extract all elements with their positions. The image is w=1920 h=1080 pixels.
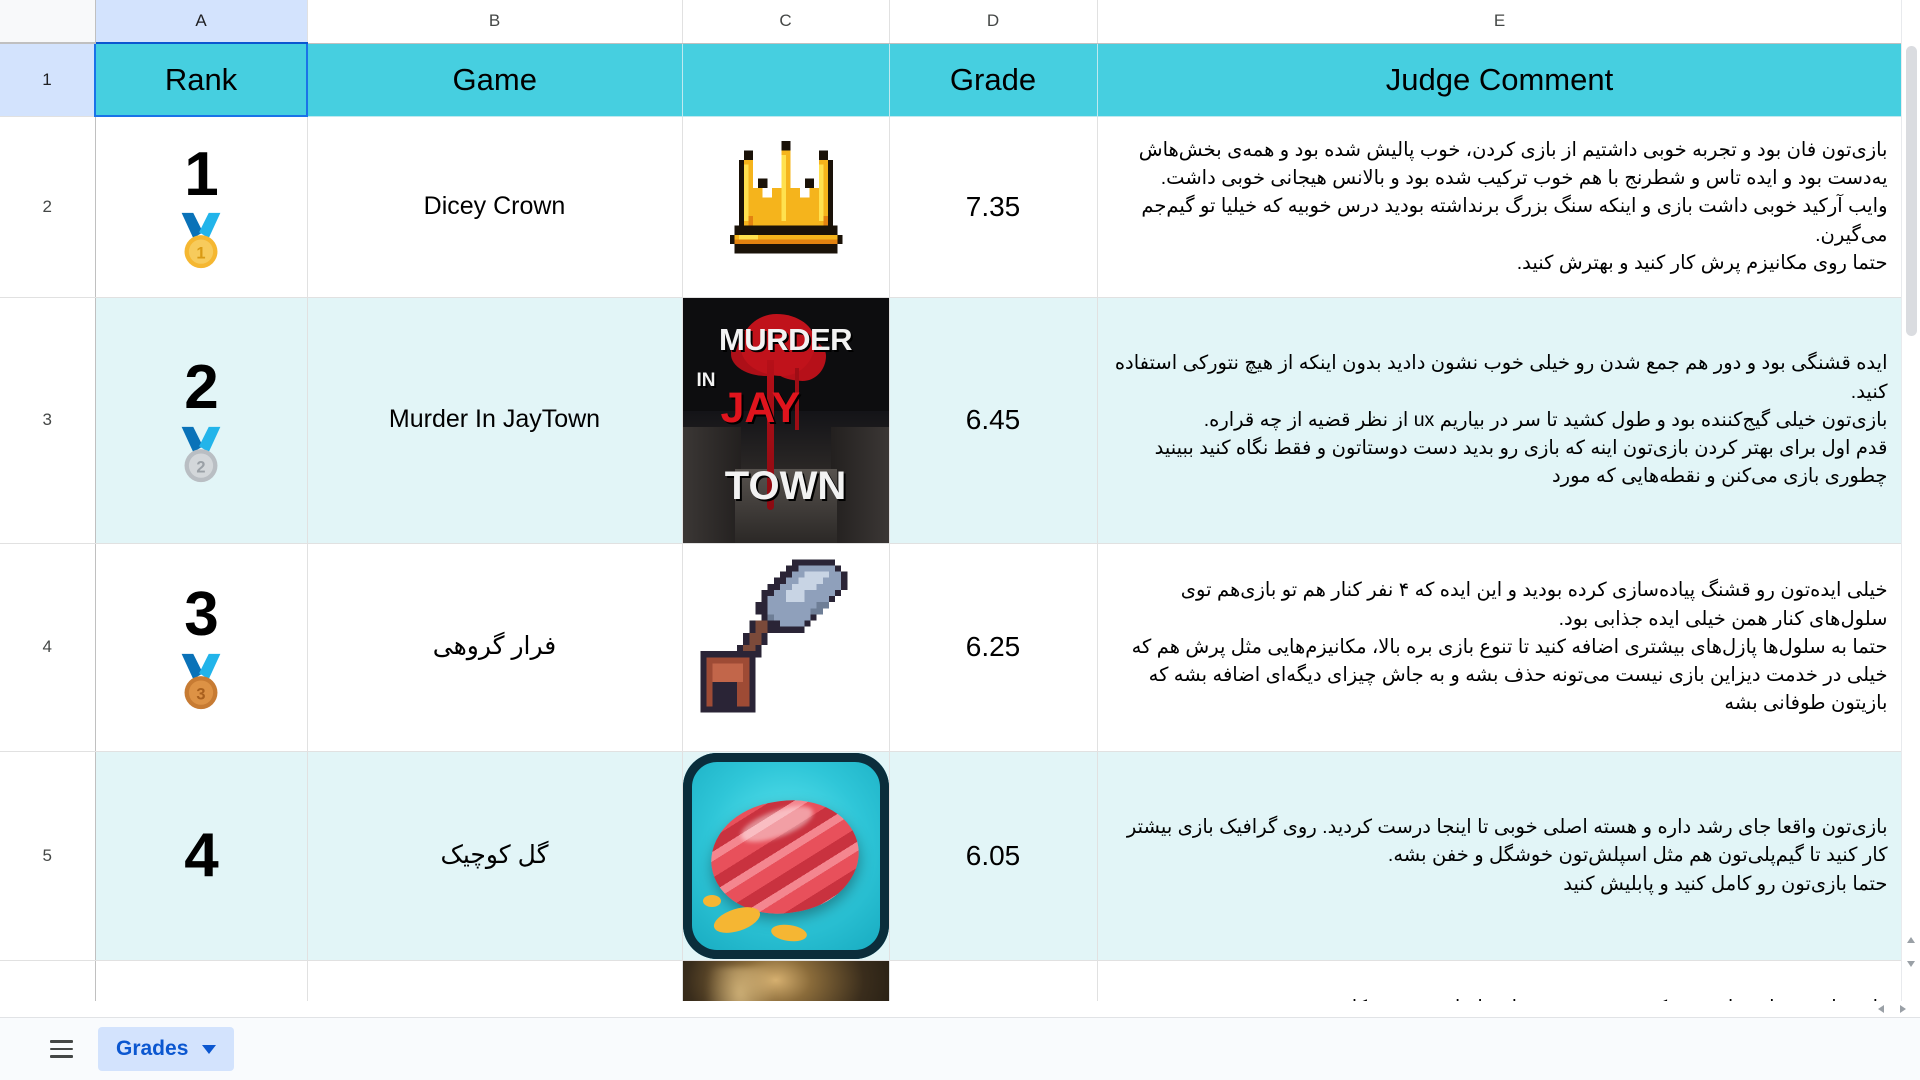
- game-title: گل کوچیک: [440, 840, 549, 869]
- cell-comment-4[interactable]: بازی‌تون واقعا جای رشد داره و هسته اصلی …: [1097, 751, 1903, 961]
- grade-value: 6.05: [965, 839, 1021, 871]
- rank-number: 2: [184, 353, 218, 423]
- ball-game-icon: [682, 752, 888, 959]
- cell-rank-4[interactable]: 4: [95, 751, 308, 961]
- game-title: Dicey Crown: [423, 191, 566, 220]
- bottom-sheet-bar: Grades: [0, 1017, 1920, 1080]
- grid-viewport[interactable]: A B C D E 1 Rank Game Grade Judge Commen…: [0, 0, 1920, 1017]
- row-header-5[interactable]: 5: [0, 751, 96, 961]
- cell-grade-1[interactable]: 7.35: [889, 116, 1098, 298]
- column-header-c[interactable]: C: [682, 0, 890, 44]
- cell-grade-2[interactable]: 6.45: [889, 297, 1098, 544]
- scroll-down-icon[interactable]: [1907, 961, 1915, 967]
- rank-number: 4: [184, 820, 218, 890]
- grade-value: 6.45: [965, 404, 1021, 435]
- svg-text:1: 1: [196, 245, 205, 263]
- judge-comment-text: ایده قشنگی بود و دور هم جمع شدن رو خیلی …: [1114, 352, 1888, 488]
- column-header-b[interactable]: B: [307, 0, 683, 44]
- grade-value: 7.35: [965, 190, 1021, 222]
- table-row: 4 3 3 فرار گروهی: [0, 543, 1903, 752]
- header-cell-game[interactable]: Game: [307, 43, 683, 117]
- chevron-down-icon[interactable]: [202, 1044, 217, 1054]
- cell-game-3[interactable]: فرار گروهی: [307, 543, 683, 752]
- cell-thumbnail-1[interactable]: [682, 116, 890, 298]
- grade-value: 6.25: [965, 631, 1021, 662]
- judge-comment-text: خیلی ایده‌تون رو قشنگ پیاده‌سازی کرده بو…: [1131, 579, 1888, 715]
- judge-comment-text: بازی‌تون فان بود و تجربه خوبی داشتیم از …: [1138, 138, 1888, 274]
- cell-rank-3[interactable]: 3 3: [95, 543, 308, 752]
- column-header-a[interactable]: A: [95, 0, 308, 44]
- row-header-4[interactable]: 4: [0, 543, 96, 752]
- cell-rank-2[interactable]: 2 2: [95, 297, 308, 544]
- cell-thumbnail-2[interactable]: MURDER IN JAY TOWN: [682, 297, 890, 544]
- rank-number: 3: [184, 580, 218, 650]
- scroll-up-icon[interactable]: [1907, 937, 1915, 943]
- game-title: فرار گروهی: [432, 632, 557, 661]
- cell-game-2[interactable]: Murder In JayTown: [307, 297, 683, 544]
- scroll-left-icon[interactable]: [1878, 1005, 1884, 1013]
- cell-rank-1[interactable]: 1 1: [95, 116, 308, 298]
- scroll-right-icon[interactable]: [1900, 1005, 1906, 1013]
- crown-pixel-art-icon: [701, 127, 871, 287]
- cell-grade-3[interactable]: 6.25: [889, 543, 1098, 752]
- hamburger-icon[interactable]: [44, 1032, 78, 1066]
- bronze-medal-icon: 3: [181, 653, 221, 709]
- cell-comment-3[interactable]: خیلی ایده‌تون رو قشنگ پیاده‌سازی کرده بو…: [1097, 543, 1903, 752]
- table-row: 5 4 گل کوچیک: [0, 751, 1903, 961]
- gold-medal-icon: 1: [181, 213, 221, 269]
- cell-comment-2[interactable]: ایده قشنگی بود و دور هم جمع شدن رو خیلی …: [1097, 297, 1903, 544]
- row-header-2[interactable]: 2: [0, 116, 96, 298]
- cell-comment-1[interactable]: بازی‌تون فان بود و تجربه خوبی داشتیم از …: [1097, 116, 1903, 298]
- svg-text:2: 2: [196, 458, 205, 476]
- column-header-row: A B C D E: [0, 0, 1903, 44]
- header-cell-thumbnail[interactable]: [682, 43, 890, 117]
- header-cell-grade[interactable]: Grade: [889, 43, 1098, 117]
- header-cell-judge-comment[interactable]: Judge Comment: [1097, 43, 1903, 117]
- table-header-row: 1 Rank Game Grade Judge Comment: [0, 42, 1903, 117]
- cell-game-1[interactable]: Dicey Crown: [307, 116, 683, 298]
- column-header-e[interactable]: E: [1097, 0, 1903, 44]
- row-header-3[interactable]: 3: [0, 297, 96, 544]
- game-title: Murder In JayTown: [388, 405, 601, 434]
- select-all-corner[interactable]: [0, 0, 96, 44]
- sheet-tab-label: Grades: [116, 1037, 189, 1060]
- murder-in-jaytown-poster-image: MURDER IN JAY TOWN: [682, 297, 888, 542]
- table-row: 3 2 2 Murder In JayTown MURDER IN JAY TO…: [0, 297, 1903, 544]
- sheet-tab-grades[interactable]: Grades: [98, 1027, 235, 1071]
- svg-text:3: 3: [196, 685, 205, 703]
- spreadsheet-app: A B C D E 1 Rank Game Grade Judge Commen…: [0, 0, 1920, 1080]
- silver-medal-icon: 2: [181, 426, 221, 482]
- vertical-scrollbar[interactable]: [1901, 0, 1920, 1017]
- row-header-1[interactable]: 1: [0, 43, 96, 117]
- judge-comment-text: بازی‌تون واقعا جای رشد داره و هسته اصلی …: [1126, 816, 1888, 895]
- cell-game-4[interactable]: گل کوچیک: [307, 751, 683, 961]
- pickaxe-pixel-art-icon: [683, 547, 889, 747]
- cell-thumbnail-4[interactable]: [682, 751, 890, 961]
- header-cell-rank[interactable]: Rank: [94, 42, 308, 117]
- cell-thumbnail-3[interactable]: [682, 543, 890, 752]
- vertical-scrollbar-thumb[interactable]: [1906, 46, 1917, 336]
- column-header-d[interactable]: D: [889, 0, 1098, 44]
- rank-number: 1: [184, 140, 218, 210]
- cell-grade-4[interactable]: 6.05: [889, 751, 1098, 961]
- spreadsheet-grid: A B C D E 1 Rank Game Grade Judge Commen…: [0, 0, 1903, 1017]
- horizontal-scrollbar[interactable]: [0, 1001, 1920, 1017]
- table-row: 2 1 1 Dicey Crown: [0, 116, 1903, 298]
